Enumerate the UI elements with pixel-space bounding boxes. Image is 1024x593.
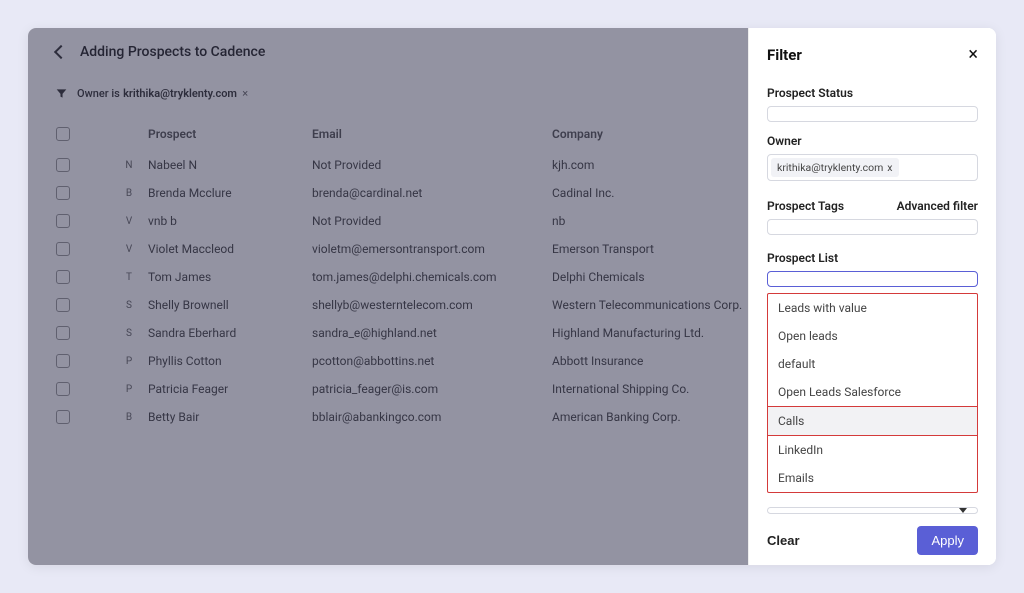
avatar-initial: P [120, 384, 138, 395]
dropdown-option[interactable]: Open Leads Salesforce [768, 378, 977, 406]
row-checkbox[interactable] [56, 242, 70, 256]
app-window: Adding Prospects to Cadence Owner is kri… [28, 28, 996, 565]
prospect-status-input[interactable] [767, 106, 978, 122]
prospect-list-dropdown: Leads with value Open leads default Open… [767, 293, 978, 493]
avatar-initial: T [120, 272, 138, 283]
row-checkbox[interactable] [56, 326, 70, 340]
prospect-email: brenda@cardinal.net [312, 186, 552, 200]
row-checkbox[interactable] [56, 186, 70, 200]
prospect-list-input[interactable] [767, 271, 978, 287]
dropdown-option[interactable]: LinkedIn [768, 436, 977, 464]
dropdown-option[interactable]: Leads with value [768, 294, 977, 322]
avatar-initial: B [120, 188, 138, 199]
prospect-email: pcotton@abbottins.net [312, 354, 552, 368]
avatar-initial: N [120, 160, 138, 171]
prospect-name: Tom James [148, 270, 211, 284]
back-icon[interactable] [54, 45, 68, 59]
prospect-list-label: Prospect List [767, 251, 978, 265]
col-email-header: Email [312, 127, 552, 141]
filter-icon [56, 88, 67, 99]
select-all-checkbox[interactable] [56, 127, 70, 141]
prospect-email: patricia_feager@is.com [312, 382, 552, 396]
prospect-tags-input[interactable] [767, 219, 978, 235]
row-checkbox[interactable] [56, 410, 70, 424]
dropdown-option[interactable]: Emails [768, 464, 977, 492]
filter-panel-title: Filter [767, 46, 802, 64]
dropdown-option[interactable]: Open leads [768, 322, 977, 350]
prospect-tags-label: Prospect Tags [767, 199, 844, 213]
avatar-initial: S [120, 328, 138, 339]
clear-button[interactable]: Clear [767, 533, 800, 548]
owner-input[interactable]: krithika@tryklenty.com x [767, 154, 978, 181]
prospect-name: Sandra Eberhard [148, 326, 236, 340]
row-checkbox[interactable] [56, 270, 70, 284]
owner-tag: krithika@tryklenty.com x [771, 158, 899, 177]
extra-select[interactable] [767, 507, 978, 514]
prospect-email: Not Provided [312, 158, 552, 172]
avatar-initial: V [120, 216, 138, 227]
filter-chip: Owner is krithika@tryklenty.com × [77, 86, 248, 101]
prospect-name: Brenda Mcclure [148, 186, 232, 200]
dropdown-option-highlighted[interactable]: Calls [768, 406, 977, 436]
owner-label: Owner [767, 134, 978, 148]
avatar-initial: S [120, 300, 138, 311]
prospect-name: Phyllis Cotton [148, 354, 222, 368]
dropdown-option[interactable]: default [768, 350, 977, 378]
prospect-name: vnb b [148, 214, 177, 228]
prospect-name: Shelly Brownell [148, 298, 229, 312]
prospect-status-label: Prospect Status [767, 86, 978, 100]
avatar-initial: P [120, 356, 138, 367]
avatar-initial: V [120, 244, 138, 255]
prospect-email: tom.james@delphi.chemicals.com [312, 270, 552, 284]
row-checkbox[interactable] [56, 382, 70, 396]
prospect-email: shellyb@westerntelecom.com [312, 298, 552, 312]
row-checkbox[interactable] [56, 158, 70, 172]
prospect-name: Patricia Feager [148, 382, 228, 396]
avatar-initial: B [120, 412, 138, 423]
prospect-name: Nabeel N [148, 158, 197, 172]
prospect-email: sandra_e@highland.net [312, 326, 552, 340]
row-checkbox[interactable] [56, 214, 70, 228]
owner-tag-remove-icon[interactable]: x [887, 161, 892, 174]
chevron-down-icon [959, 508, 967, 513]
filter-panel: Filter × Prospect Status Owner krithika@… [748, 28, 996, 565]
row-checkbox[interactable] [56, 298, 70, 312]
apply-button[interactable]: Apply [917, 526, 978, 555]
prospect-email: Not Provided [312, 214, 552, 228]
advanced-filter-link[interactable]: Advanced filter [897, 199, 978, 213]
page-title: Adding Prospects to Cadence [80, 44, 265, 60]
prospect-email: violetm@emersontransport.com [312, 242, 552, 256]
prospect-email: bblair@abankingco.com [312, 410, 552, 424]
close-icon[interactable]: × [968, 46, 978, 64]
row-checkbox[interactable] [56, 354, 70, 368]
chip-remove-icon[interactable]: × [242, 87, 248, 100]
col-prospect-header: Prospect [102, 127, 312, 141]
prospect-name: Violet Maccleod [148, 242, 234, 256]
prospect-name: Betty Bair [148, 410, 199, 424]
